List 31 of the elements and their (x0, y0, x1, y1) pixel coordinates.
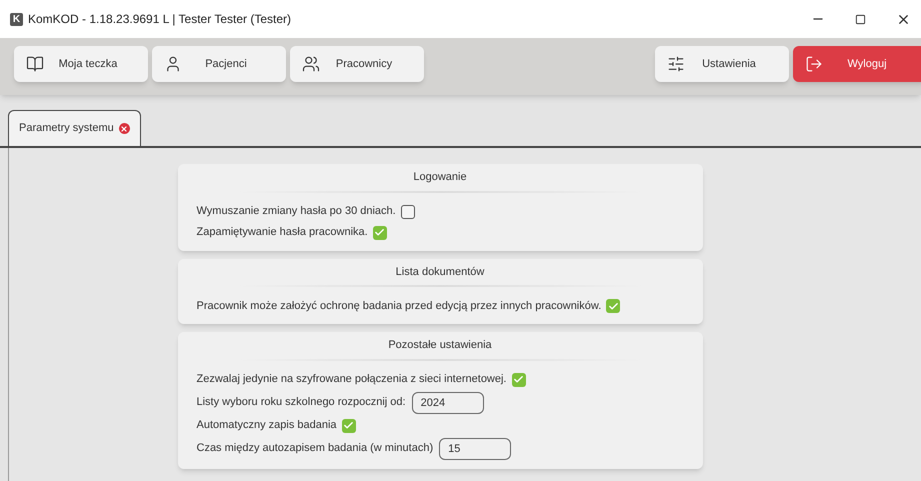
card-title: Logowanie (412, 170, 468, 185)
toolbar-button[interactable]: Moja teczka (14, 46, 148, 82)
sliders-icon (667, 55, 685, 73)
logout-icon (805, 55, 823, 73)
window-title: KomKOD - 1.18.23.9691 L | Tester Tester (Tester) (28, 11, 292, 28)
user-icon (164, 55, 182, 73)
toolbar-button[interactable]: Wyloguj (793, 46, 921, 82)
option-label: Czas między autozapisem badania (w minutach) (196, 441, 434, 456)
option-label: Listy wyboru roku szkolnego rozpocznij od: (196, 395, 406, 410)
maximize-icon[interactable] (855, 14, 866, 24)
toolbar-button[interactable]: Pacjenci (152, 46, 286, 82)
tab[interactable]: Parametry systemu (8, 110, 141, 146)
users-icon (302, 55, 320, 73)
input-field[interactable]: 15 (439, 438, 512, 460)
option-label: Zezwalaj jedynie na szyfrowane połączenia z sieci internetowej. (196, 372, 506, 388)
option-label: Automatyczny zapis badania (196, 418, 337, 434)
option-label: Pracownik może założyć ochronę badania przed edycją przez innych pracowników. (196, 298, 602, 314)
checkbox[interactable] (342, 418, 356, 432)
card-title: Lista dokumentów (394, 264, 486, 280)
option-label: Wymuszanie zmiany hasła po 30 dniach. (196, 204, 396, 220)
input-field[interactable]: 2024 (412, 392, 484, 414)
checkbox[interactable] (606, 299, 620, 313)
card-title: Pozostałe ustawienia (387, 338, 493, 353)
toolbar-button[interactable]: Ustawienia (655, 46, 789, 82)
checkbox[interactable] (372, 226, 387, 240)
book-icon (26, 55, 44, 73)
toolbar-button[interactable]: Pracownicy (290, 46, 424, 82)
app-logo: K (10, 12, 23, 26)
option-label: Zapamiętywanie hasła pracownika. (196, 225, 368, 240)
checkbox[interactable] (512, 372, 526, 386)
checkbox[interactable] (400, 204, 415, 218)
